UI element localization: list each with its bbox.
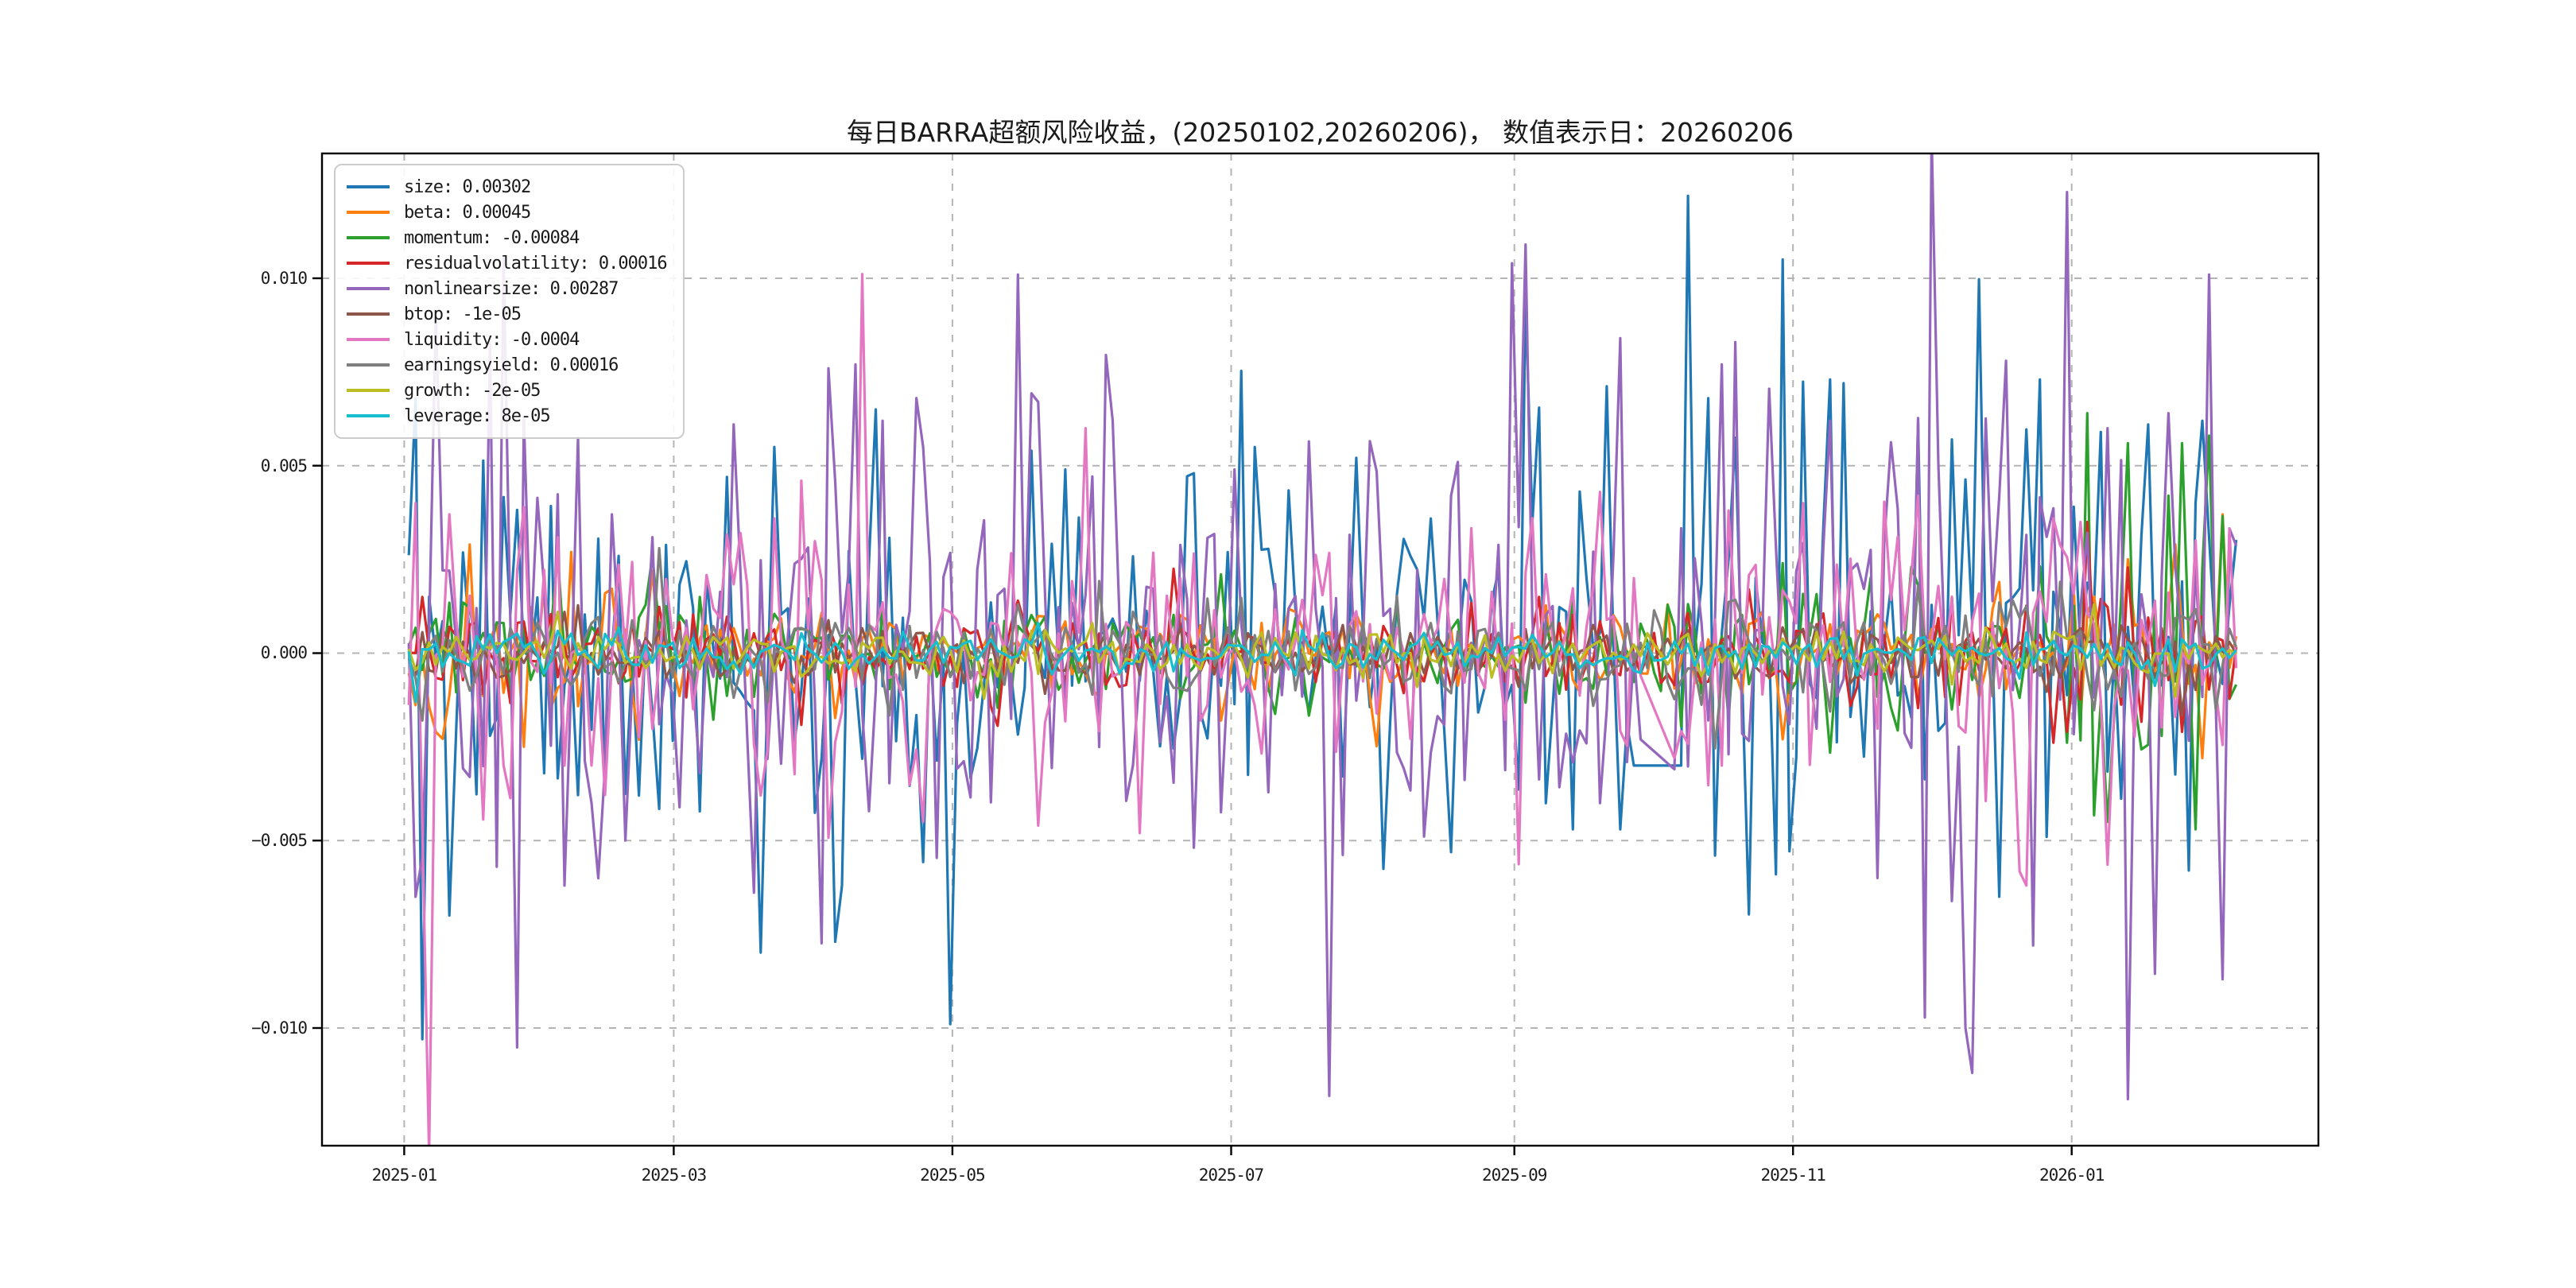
legend-item-beta: beta: 0.00045 <box>347 200 667 225</box>
legend-item-btop: btop: -1e-05 <box>347 301 667 327</box>
legend-item-earningsyield: earningsyield: 0.00016 <box>347 352 667 378</box>
legend-item-residualvolatility: residualvolatility: 0.00016 <box>347 250 668 276</box>
y-axis-tick-label: 0.005 <box>260 456 308 475</box>
legend-label: growth: -2e-05 <box>404 380 541 401</box>
x-axis-tick-label: 2025-05 <box>920 1166 986 1185</box>
legend-item-size: size: 0.00302 <box>347 174 667 200</box>
legend-label: momentum: -0.00084 <box>404 227 580 248</box>
legend-item-leverage: leverage: 8e-05 <box>347 403 667 429</box>
legend-line-swatch <box>347 262 390 265</box>
legend-line-swatch <box>347 363 390 367</box>
y-axis-tick-label: 0.000 <box>260 643 308 663</box>
legend-line-swatch <box>347 414 390 417</box>
legend-line-swatch <box>347 185 390 188</box>
legend-label: beta: 0.00045 <box>404 202 531 223</box>
y-axis-tick-label: 0.010 <box>260 269 308 288</box>
legend-label: earningsyield: 0.00016 <box>404 355 619 375</box>
legend-line-swatch <box>347 389 390 392</box>
x-axis-tick-label: 2025-01 <box>371 1166 438 1185</box>
chart-title: 每日BARRA超额风险收益，(20250102,20260206)， 数值表示日… <box>847 117 1794 148</box>
legend-line-swatch <box>347 312 390 316</box>
x-axis-tick-label: 2025-11 <box>1760 1166 1826 1185</box>
legend-label: btop: -1e-05 <box>404 304 522 324</box>
legend-label: leverage: 8e-05 <box>404 405 551 426</box>
legend-line-swatch <box>347 287 390 290</box>
legend-item-liquidity: liquidity: -0.0004 <box>347 327 667 352</box>
y-axis-tick-label: −0.010 <box>251 1018 308 1038</box>
legend: size: 0.00302 beta: 0.00045 momentum: -0.0… <box>334 164 685 439</box>
legend-label: nonlinearsize: 0.00287 <box>404 278 619 299</box>
y-axis-tick-label: −0.005 <box>251 831 308 851</box>
legend-item-growth: growth: -2e-05 <box>347 378 667 403</box>
legend-line-swatch <box>347 211 390 214</box>
legend-label: liquidity: -0.0004 <box>404 329 580 350</box>
series-line-momentum <box>407 412 2238 831</box>
legend-item-nonlinearsize: nonlinearsize: 0.00287 <box>347 276 667 301</box>
x-axis-tick-label: 2025-09 <box>1481 1166 1548 1185</box>
x-axis-tick-label: 2025-07 <box>1198 1166 1265 1185</box>
legend-line-swatch <box>347 338 390 341</box>
x-axis-tick-label: 2025-03 <box>641 1166 708 1185</box>
x-axis-tick-label: 2026-01 <box>2039 1166 2105 1185</box>
legend-line-swatch <box>347 236 390 239</box>
figure-canvas: 每日BARRA超额风险收益，(20250102,20260206)， 数值表示日… <box>0 0 2576 1288</box>
legend-label: size: 0.00302 <box>404 177 531 197</box>
legend-label: residualvolatility: 0.00016 <box>404 253 668 274</box>
legend-item-momentum: momentum: -0.00084 <box>347 225 667 250</box>
